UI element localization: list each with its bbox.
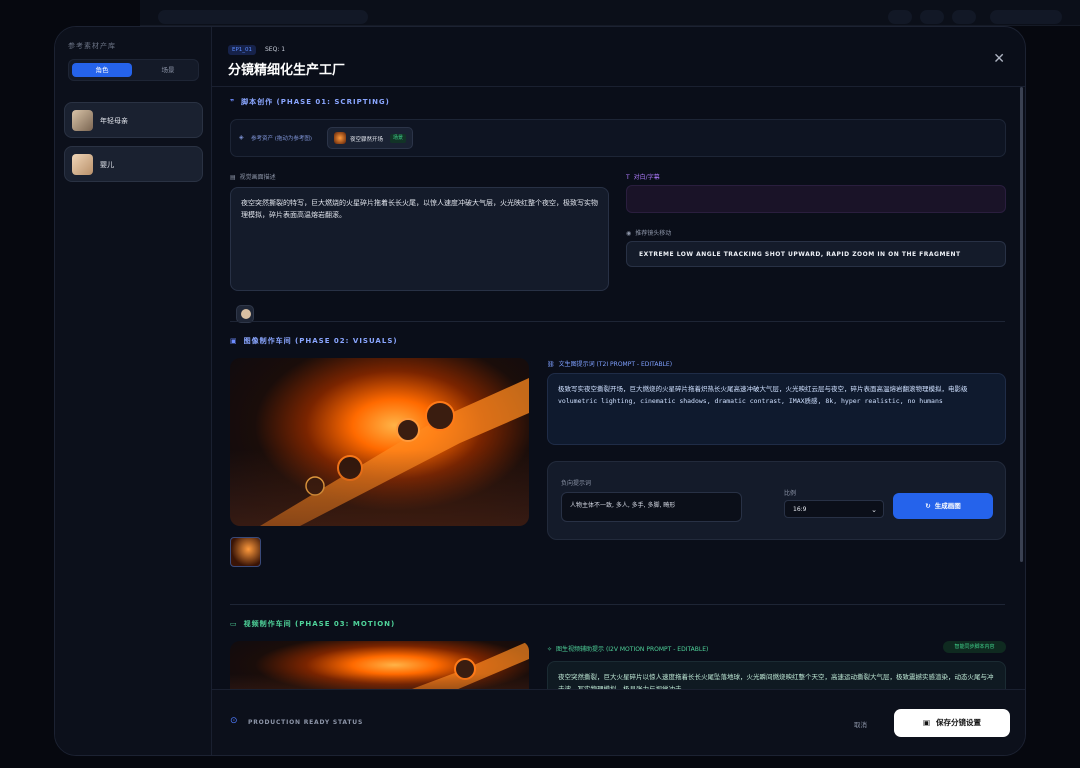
layers-icon: ◈ xyxy=(239,134,244,141)
quote-icon: ❞ xyxy=(230,98,236,106)
phase3-heading: ▭ 视频制作车间 (PHASE 03: MOTION) xyxy=(230,620,396,628)
asset-item-young-mother[interactable]: 年轻母亲 xyxy=(64,102,203,138)
reference-thumbnail xyxy=(334,132,346,144)
storyboard-modal: 参考素材产库 角色 场景 年轻母亲 婴儿 EP1_01 SEQ: 1 分镜精细化… xyxy=(54,26,1026,756)
dialogue-input[interactable] xyxy=(626,185,1006,213)
visual-desc-label: ▤ 视觉画面描述 xyxy=(230,174,276,181)
frame-icon: ▤ xyxy=(230,174,236,181)
cancel-button[interactable]: 取消 xyxy=(854,719,867,729)
page-title: 分镜精细化生产工厂 xyxy=(228,63,346,78)
image-thumbnail[interactable] xyxy=(230,537,261,567)
t2i-prompt-label: ⛓ 文生图提示词 (T2I PROMPT - EDITABLE) xyxy=(547,361,673,368)
refresh-icon: ↻ xyxy=(925,502,931,510)
close-icon[interactable]: ✕ xyxy=(993,51,1005,67)
reference-assets-bar: ◈ 参考资产 (拖动为参考图) 夜空骤然开场 场景 xyxy=(230,119,1006,157)
tab-characters[interactable]: 角色 xyxy=(72,63,132,77)
generation-controls: 负向提示词 人物主体不一致, 多人, 多手, 多脚, 畸形 比例 16:9 ⌄ ↻… xyxy=(547,461,1006,540)
avatar xyxy=(241,309,251,319)
background-button xyxy=(990,10,1062,24)
camera-label: ◉ 推荐镜头移动 xyxy=(626,230,672,237)
reference-label: 参考资产 (拖动为参考图) xyxy=(251,136,313,142)
asset-item-baby[interactable]: 婴儿 xyxy=(64,146,203,182)
asset-sidebar: 参考素材产库 角色 场景 年轻母亲 婴儿 xyxy=(55,27,212,755)
text-icon: T xyxy=(626,174,630,181)
link-icon: ⛓ xyxy=(547,361,555,368)
meteor-illustration xyxy=(260,378,529,526)
sidebar-title: 参考素材产库 xyxy=(68,42,116,50)
episode-tag: EP1_01 xyxy=(228,45,257,55)
generate-image-button[interactable]: ↻ 生成画图 xyxy=(893,493,993,519)
camera-icon: ◉ xyxy=(626,230,632,237)
background-topbar xyxy=(140,0,1080,26)
reference-chip[interactable]: 夜空骤然开场 场景 xyxy=(327,127,413,149)
sparkle-icon: ✧ xyxy=(547,646,553,653)
camera-movement-input[interactable]: EXTREME LOW ANGLE TRACKING SHOT UPWARD, … xyxy=(626,241,1006,267)
avatar xyxy=(72,110,93,131)
main-panel: EP1_01 SEQ: 1 分镜精细化生产工厂 ✕ ❞ 脚本创作 (PHASE 0… xyxy=(212,27,1025,755)
negative-prompt-input[interactable]: 人物主体不一致, 多人, 多手, 多脚, 畸形 xyxy=(561,492,742,522)
save-icon: ▣ xyxy=(922,718,931,727)
background-icon xyxy=(888,10,912,24)
ratio-label: 比例 xyxy=(784,490,797,497)
asset-name: 婴儿 xyxy=(100,161,114,169)
dialogue-label: T 对白/字幕 xyxy=(626,174,660,181)
chevron-down-icon: ⌄ xyxy=(871,506,877,514)
tab-scenes[interactable]: 场景 xyxy=(139,63,197,77)
save-storyboard-button[interactable]: ▣ 保存分镜设置 xyxy=(894,709,1010,737)
status-text: PRODUCTION READY STATUS xyxy=(248,719,364,726)
reference-badge: 场景 xyxy=(390,134,407,143)
visual-description-input[interactable]: 夜空突然撕裂的特写，巨大燃烧的火星碎片拖着长长火尾，以惊人速度冲破大气层，火光映… xyxy=(230,187,609,291)
modal-footer: ⊙ PRODUCTION READY STATUS 取消 ▣ 保存分镜设置 xyxy=(212,689,1025,755)
i2v-prompt-label: ✧ 图生视频辅助提示 (I2V MOTION PROMPT - EDITABLE) xyxy=(547,646,709,653)
sync-script-button[interactable]: 智能同步脚本内容 xyxy=(943,641,1006,653)
image-icon: ▣ xyxy=(230,337,238,345)
background-icon xyxy=(952,10,976,24)
phase2-heading: ▣ 图像制作车间 (PHASE 02: VISUALS) xyxy=(230,337,398,345)
scrollbar[interactable] xyxy=(1020,87,1023,562)
t2i-prompt-input[interactable]: 极致写实夜空撕裂开场，巨大燃烧的火星碎片拖着炽热长火尾高速冲破大气层，火光映红云… xyxy=(547,373,1006,445)
divider xyxy=(230,321,1005,322)
modal-header: EP1_01 SEQ: 1 分镜精细化生产工厂 ✕ xyxy=(212,27,1025,87)
generated-image[interactable] xyxy=(230,358,529,526)
phase1-heading: ❞ 脚本创作 (PHASE 01: SCRIPTING) xyxy=(230,98,390,106)
divider xyxy=(230,604,1005,605)
sequence-label: SEQ: 1 xyxy=(265,46,286,53)
avatar xyxy=(72,154,93,175)
negative-prompt-label: 负向提示词 xyxy=(561,480,592,487)
asset-name: 年轻母亲 xyxy=(100,117,128,125)
asset-type-toggle: 角色 场景 xyxy=(68,59,199,81)
background-icon xyxy=(920,10,944,24)
reference-name: 夜空骤然开场 xyxy=(350,137,384,143)
check-circle-icon: ⊙ xyxy=(230,716,238,726)
background-search xyxy=(158,10,368,24)
ratio-select[interactable]: 16:9 ⌄ xyxy=(784,500,884,518)
video-icon: ▭ xyxy=(230,620,238,628)
